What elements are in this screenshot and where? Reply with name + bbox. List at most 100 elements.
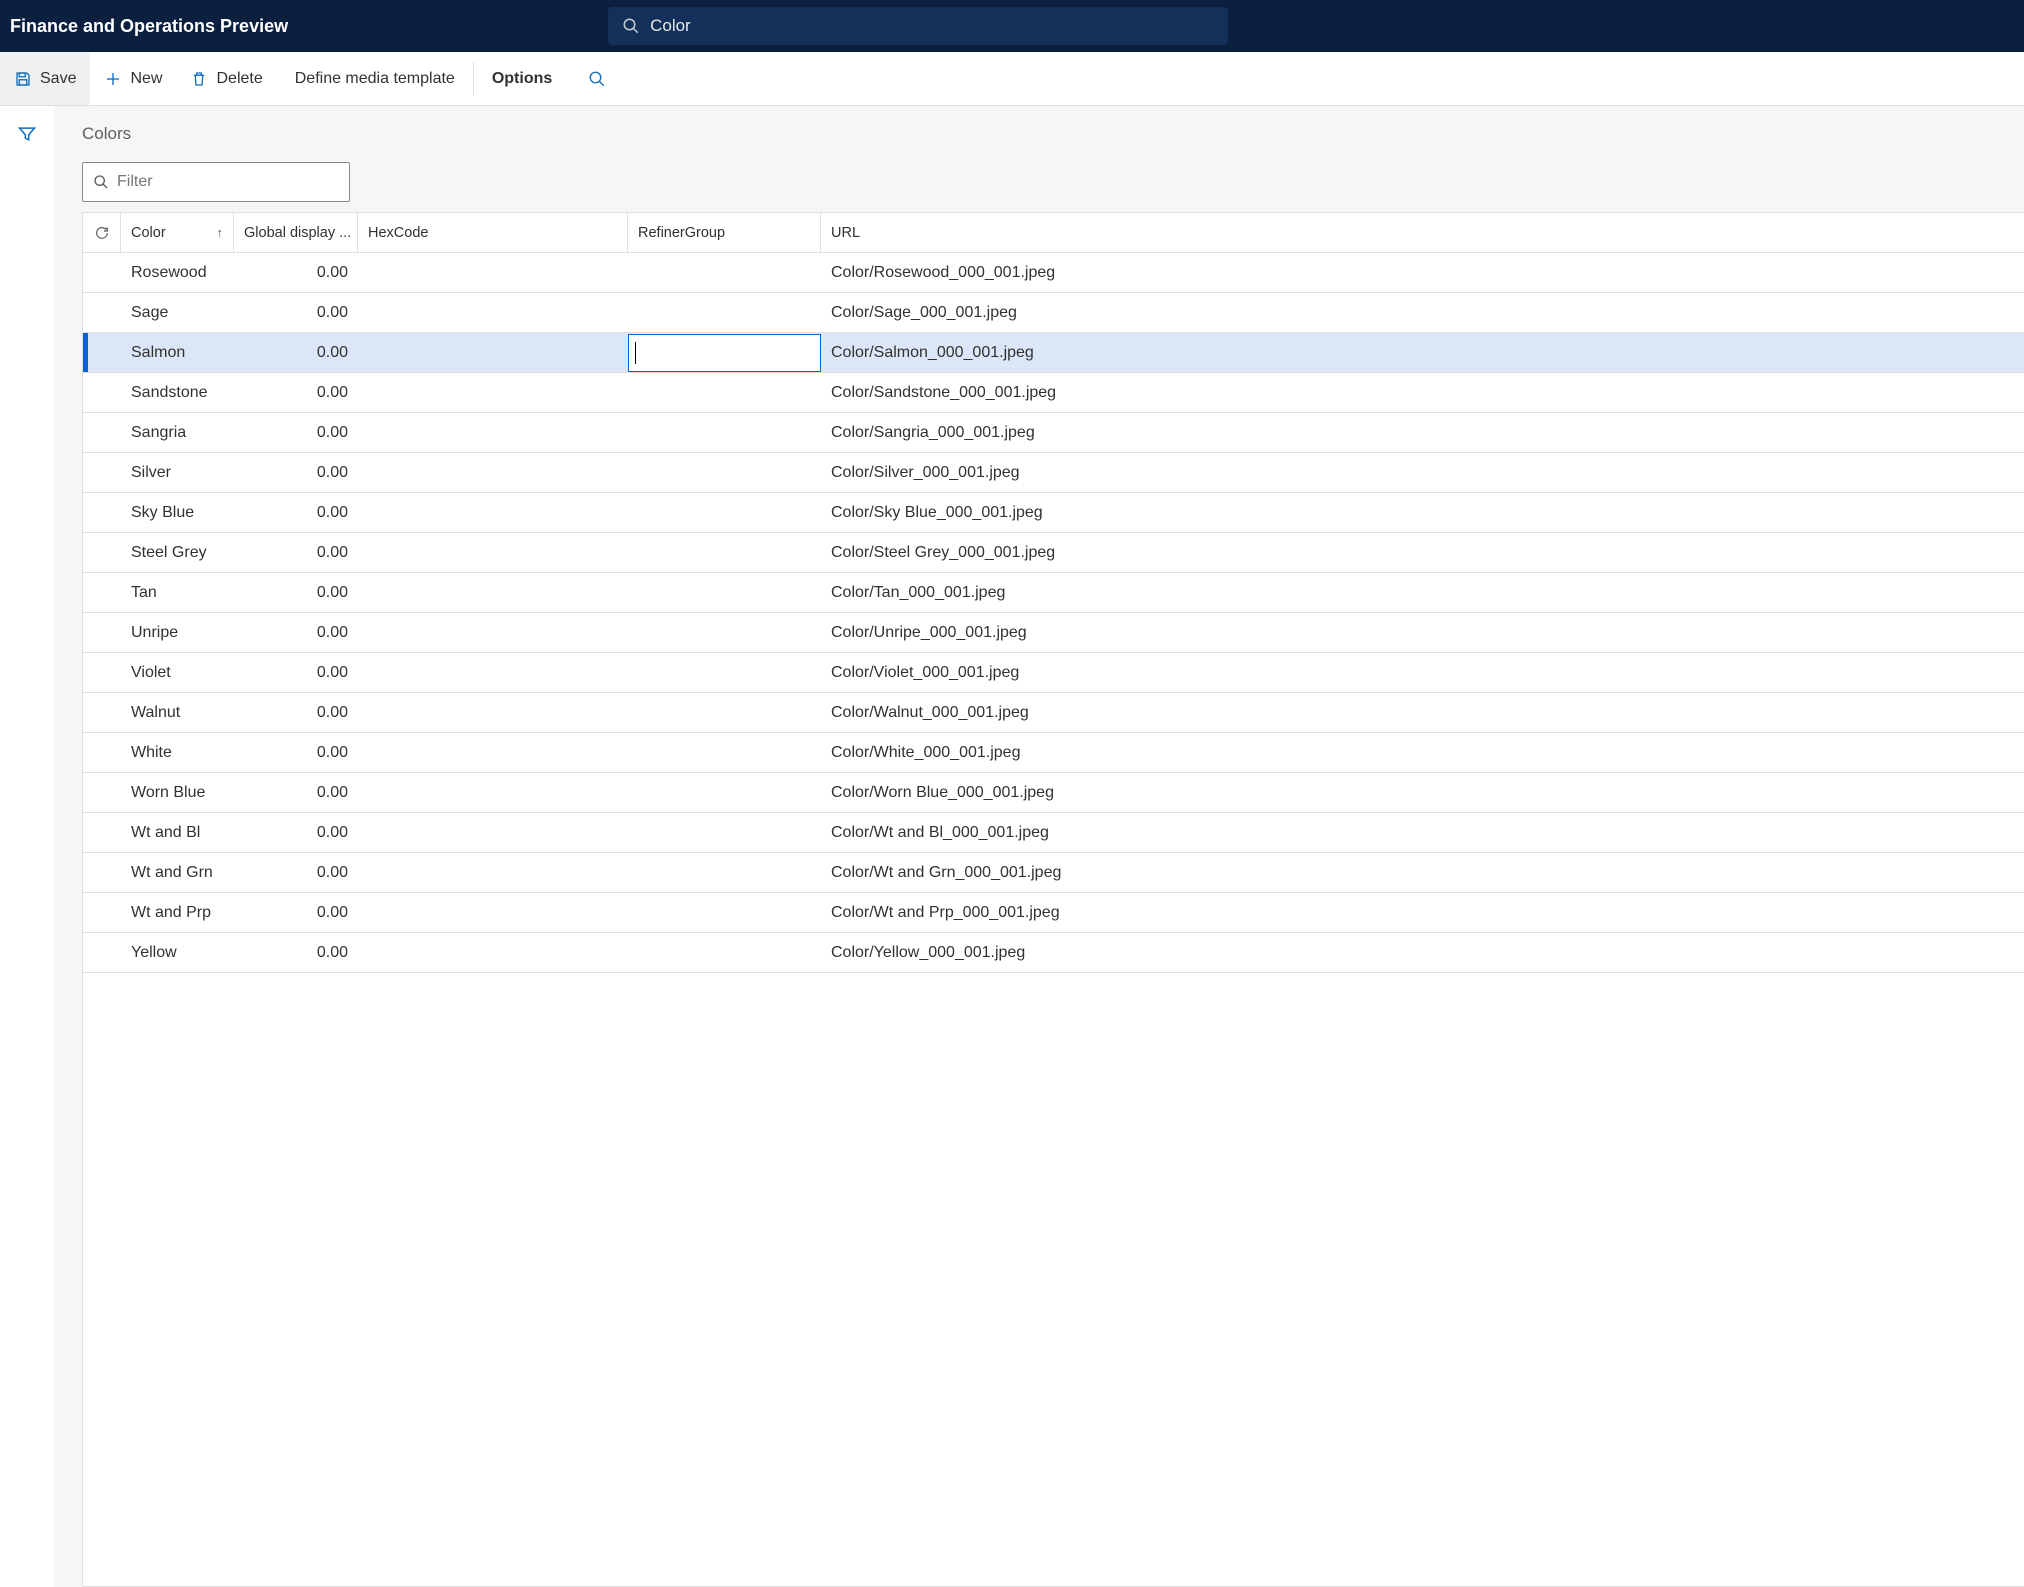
column-header-refiner[interactable]: RefinerGroup bbox=[628, 213, 821, 252]
table-row[interactable]: Salmon0.00 Color/Salmon_000_001.jpeg bbox=[83, 333, 2024, 373]
refresh-button[interactable] bbox=[83, 213, 121, 252]
cell-global-display[interactable]: 0.00 bbox=[234, 733, 358, 772]
cell-color[interactable]: Violet bbox=[121, 653, 234, 692]
cell-hexcode[interactable] bbox=[358, 253, 628, 292]
cell-global-display[interactable]: 0.00 bbox=[234, 693, 358, 732]
row-selector[interactable] bbox=[83, 853, 121, 892]
delete-button[interactable]: Delete bbox=[176, 52, 276, 105]
cell-global-display[interactable]: 0.00 bbox=[234, 853, 358, 892]
cell-color[interactable]: Rosewood bbox=[121, 253, 234, 292]
cell-hexcode[interactable] bbox=[358, 333, 628, 372]
cell-color[interactable]: Sage bbox=[121, 293, 234, 332]
cell-global-display[interactable]: 0.00 bbox=[234, 613, 358, 652]
table-row[interactable]: Tan0.00 Color/Tan_000_001.jpeg bbox=[83, 573, 2024, 613]
table-row[interactable]: Wt and Bl0.00Color/Wt and Bl_000_001.jpe… bbox=[83, 813, 2024, 853]
cell-global-display[interactable]: 0.00 bbox=[234, 253, 358, 292]
cell-hexcode[interactable] bbox=[358, 493, 628, 532]
row-selector[interactable] bbox=[83, 533, 121, 572]
cell-color[interactable]: Yellow bbox=[121, 933, 234, 972]
cell-refiner[interactable] bbox=[628, 373, 821, 412]
table-row[interactable]: Sandstone0.00Color/Sandstone_000_001.jpe… bbox=[83, 373, 2024, 413]
cell-url[interactable]: Color/Walnut_000_001.jpeg bbox=[821, 693, 2024, 732]
cell-hexcode[interactable] bbox=[358, 453, 628, 492]
cell-url[interactable]: Color/Sandstone_000_001.jpeg bbox=[821, 373, 2024, 412]
cell-refiner[interactable] bbox=[628, 773, 821, 812]
cell-url[interactable]: Color/White_000_001.jpeg bbox=[821, 733, 2024, 772]
cell-color[interactable]: Tan bbox=[121, 573, 234, 612]
cell-refiner[interactable] bbox=[628, 653, 821, 692]
cell-color[interactable]: Wt and Bl bbox=[121, 813, 234, 852]
cell-hexcode[interactable] bbox=[358, 933, 628, 972]
cell-global-display[interactable]: 0.00 bbox=[234, 773, 358, 812]
row-selector[interactable] bbox=[83, 933, 121, 972]
row-selector[interactable] bbox=[83, 413, 121, 452]
row-selector[interactable] bbox=[83, 493, 121, 532]
cell-global-display[interactable]: 0.00 bbox=[234, 333, 358, 372]
cell-global-display[interactable]: 0.00 bbox=[234, 653, 358, 692]
table-row[interactable]: Wt and Prp0.00Color/Wt and Prp_000_001.j… bbox=[83, 893, 2024, 933]
row-selector[interactable] bbox=[83, 253, 121, 292]
row-selector[interactable] bbox=[83, 293, 121, 332]
cell-color[interactable]: Unripe bbox=[121, 613, 234, 652]
cell-global-display[interactable]: 0.00 bbox=[234, 933, 358, 972]
cell-url[interactable]: Color/Wt and Prp_000_001.jpeg bbox=[821, 893, 2024, 932]
cell-hexcode[interactable] bbox=[358, 573, 628, 612]
cell-url[interactable]: Color/Unripe_000_001.jpeg bbox=[821, 613, 2024, 652]
filter-pane-button[interactable] bbox=[17, 124, 37, 144]
cell-color[interactable]: Salmon bbox=[121, 333, 234, 372]
row-selector[interactable] bbox=[83, 573, 121, 612]
cell-hexcode[interactable] bbox=[358, 853, 628, 892]
cell-refiner[interactable] bbox=[628, 693, 821, 732]
cell-url[interactable]: Color/Rosewood_000_001.jpeg bbox=[821, 253, 2024, 292]
row-selector[interactable] bbox=[83, 773, 121, 812]
cell-url[interactable]: Color/Worn Blue_000_001.jpeg bbox=[821, 773, 2024, 812]
cell-url[interactable]: Color/Violet_000_001.jpeg bbox=[821, 653, 2024, 692]
options-button[interactable]: Options bbox=[474, 52, 570, 105]
cell-url[interactable]: Color/Wt and Bl_000_001.jpeg bbox=[821, 813, 2024, 852]
table-row[interactable]: Wt and Grn0.00 Color/Wt and Grn_000_001.j… bbox=[83, 853, 2024, 893]
cell-refiner[interactable] bbox=[628, 453, 821, 492]
cell-hexcode[interactable] bbox=[358, 893, 628, 932]
table-row[interactable]: Sky Blue0.00Color/Sky Blue_000_001.jpeg bbox=[83, 493, 2024, 533]
cell-global-display[interactable]: 0.00 bbox=[234, 573, 358, 612]
cell-color[interactable]: Wt and Grn bbox=[121, 853, 234, 892]
cell-color[interactable]: White bbox=[121, 733, 234, 772]
cell-color[interactable]: Sangria bbox=[121, 413, 234, 452]
row-selector[interactable] bbox=[83, 373, 121, 412]
cell-refiner[interactable] bbox=[628, 893, 821, 932]
actionbar-search-button[interactable] bbox=[570, 52, 624, 105]
cell-refiner[interactable] bbox=[628, 533, 821, 572]
cell-url[interactable]: Color/Tan_000_001.jpeg bbox=[821, 573, 2024, 612]
cell-hexcode[interactable] bbox=[358, 413, 628, 452]
row-selector[interactable] bbox=[83, 733, 121, 772]
cell-refiner[interactable] bbox=[628, 733, 821, 772]
cell-color[interactable]: Steel Grey bbox=[121, 533, 234, 572]
cell-refiner[interactable] bbox=[628, 333, 821, 372]
cell-url[interactable]: Color/Wt and Grn_000_001.jpeg bbox=[821, 853, 2024, 892]
cell-url[interactable]: Color/Salmon_000_001.jpeg bbox=[821, 333, 2024, 372]
cell-refiner[interactable] bbox=[628, 573, 821, 612]
global-search[interactable]: Color bbox=[608, 7, 1228, 45]
cell-hexcode[interactable] bbox=[358, 293, 628, 332]
new-button[interactable]: New bbox=[90, 52, 176, 105]
cell-url[interactable]: Color/Steel Grey_000_001.jpeg bbox=[821, 533, 2024, 572]
filter-input[interactable] bbox=[117, 173, 339, 191]
cell-refiner[interactable] bbox=[628, 613, 821, 652]
row-selector[interactable] bbox=[83, 653, 121, 692]
cell-color[interactable]: Silver bbox=[121, 453, 234, 492]
cell-url[interactable]: Color/Sage_000_001.jpeg bbox=[821, 293, 2024, 332]
cell-hexcode[interactable] bbox=[358, 813, 628, 852]
cell-global-display[interactable]: 0.00 bbox=[234, 533, 358, 572]
table-row[interactable]: Rosewood0.00 Color/Rosewood_000_001.jpeg bbox=[83, 253, 2024, 293]
table-row[interactable]: White0.00 Color/White_000_001.jpeg bbox=[83, 733, 2024, 773]
cell-refiner[interactable] bbox=[628, 933, 821, 972]
cell-refiner[interactable] bbox=[628, 293, 821, 332]
table-row[interactable]: Unripe0.00 Color/Unripe_000_001.jpeg bbox=[83, 613, 2024, 653]
column-header-display[interactable]: Global display ... bbox=[234, 213, 358, 252]
cell-hexcode[interactable] bbox=[358, 533, 628, 572]
cell-global-display[interactable]: 0.00 bbox=[234, 493, 358, 532]
cell-color[interactable]: Walnut bbox=[121, 693, 234, 732]
column-header-hexcode[interactable]: HexCode bbox=[358, 213, 628, 252]
row-selector[interactable] bbox=[83, 333, 121, 372]
row-selector[interactable] bbox=[83, 693, 121, 732]
